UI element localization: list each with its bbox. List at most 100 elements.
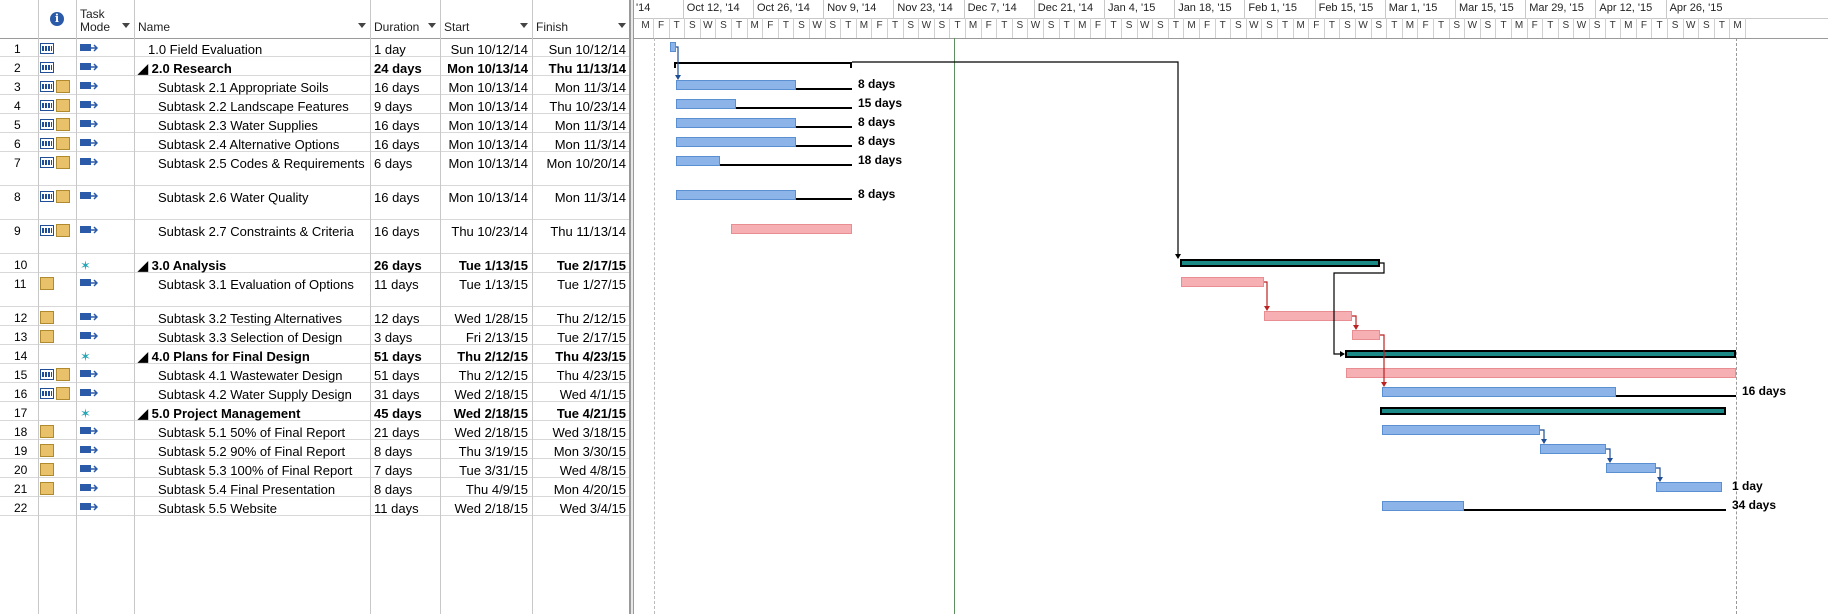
- start-date-cell[interactable]: Wed 2/18/15: [440, 421, 532, 440]
- info-column-header[interactable]: i: [38, 0, 76, 38]
- indicators-cell[interactable]: [38, 307, 76, 325]
- row-id[interactable]: 3: [0, 76, 38, 94]
- row-id[interactable]: 11: [0, 273, 38, 306]
- finish-date-cell[interactable]: Thu 11/13/14: [532, 57, 630, 76]
- indicators-cell[interactable]: [38, 186, 76, 219]
- calendar-icon[interactable]: [40, 62, 54, 73]
- row-id[interactable]: 14: [0, 345, 38, 363]
- note-icon[interactable]: [40, 330, 54, 343]
- table-row[interactable]: 5 Subtask 2.3 Water Supplies 16 days Mon 10…: [0, 114, 630, 133]
- duration-cell[interactable]: 16 days: [370, 133, 440, 152]
- task-name-cell[interactable]: ◢ 5.0 Project Management: [134, 402, 370, 421]
- indicators-cell[interactable]: [38, 478, 76, 496]
- start-date-cell[interactable]: Wed 2/18/15: [440, 402, 532, 421]
- duration-cell[interactable]: 16 days: [370, 114, 440, 133]
- task-mode-cell[interactable]: [76, 76, 134, 94]
- task-mode-cell[interactable]: ✶: [76, 254, 134, 273]
- task-mode-cell[interactable]: [76, 220, 134, 253]
- row-id[interactable]: 5: [0, 114, 38, 132]
- chevron-down-icon[interactable]: [520, 23, 528, 28]
- row-id[interactable]: 7: [0, 152, 38, 185]
- chevron-down-icon[interactable]: [618, 23, 626, 28]
- finish-date-cell[interactable]: Thu 11/13/14: [532, 220, 630, 253]
- finish-date-cell[interactable]: Mon 11/3/14: [532, 76, 630, 95]
- task-mode-cell[interactable]: [76, 326, 134, 344]
- indicators-cell[interactable]: [38, 95, 76, 113]
- start-date-cell[interactable]: Wed 2/18/15: [440, 497, 532, 516]
- duration-cell[interactable]: 31 days: [370, 383, 440, 402]
- indicators-cell[interactable]: [38, 57, 76, 75]
- note-icon[interactable]: [40, 482, 54, 495]
- indicators-cell[interactable]: [38, 38, 76, 56]
- duration-cell[interactable]: 16 days: [370, 186, 440, 219]
- note-icon[interactable]: [56, 387, 70, 400]
- calendar-icon[interactable]: [40, 191, 54, 202]
- task-name-cell[interactable]: Subtask 5.2 90% of Final Report: [134, 440, 370, 459]
- duration-cell[interactable]: 8 days: [370, 440, 440, 459]
- task-name-cell[interactable]: Subtask 4.2 Water Supply Design: [134, 383, 370, 402]
- start-date-cell[interactable]: Thu 4/9/15: [440, 478, 532, 497]
- duration-cell[interactable]: 9 days: [370, 95, 440, 114]
- summary-task-row[interactable]: 10 ✶ ◢ 3.0 Analysis 26 days Tue 1/13/15 Tue 2…: [0, 254, 630, 273]
- note-icon[interactable]: [56, 190, 70, 203]
- indicators-cell[interactable]: [38, 459, 76, 477]
- task-mode-cell[interactable]: [76, 459, 134, 477]
- start-date-cell[interactable]: Mon 10/13/14: [440, 152, 532, 185]
- row-id[interactable]: 15: [0, 364, 38, 382]
- duration-cell[interactable]: 21 days: [370, 421, 440, 440]
- finish-date-cell[interactable]: Wed 3/18/15: [532, 421, 630, 440]
- duration-cell[interactable]: 51 days: [370, 345, 440, 364]
- row-id[interactable]: 16: [0, 383, 38, 401]
- calendar-icon[interactable]: [40, 119, 54, 130]
- indicators-cell[interactable]: [38, 402, 76, 420]
- start-date-cell[interactable]: Thu 2/12/15: [440, 364, 532, 383]
- task-name-cell[interactable]: ◢ 3.0 Analysis: [134, 254, 370, 273]
- note-icon[interactable]: [56, 99, 70, 112]
- column-divider[interactable]: [370, 0, 371, 614]
- start-date-cell[interactable]: Mon 10/13/14: [440, 133, 532, 152]
- indicators-cell[interactable]: [38, 440, 76, 458]
- row-id[interactable]: 19: [0, 440, 38, 458]
- summary-task-row[interactable]: 14 ✶ ◢ 4.0 Plans for Final Design 51 days Th…: [0, 345, 630, 364]
- indicators-cell[interactable]: [38, 383, 76, 401]
- task-mode-cell[interactable]: [76, 95, 134, 113]
- indicators-cell[interactable]: [38, 133, 76, 151]
- table-row[interactable]: 20 Subtask 5.3 100% of Final Report 7 days…: [0, 459, 630, 478]
- start-header[interactable]: Start: [440, 0, 532, 38]
- task-name-cell[interactable]: ◢ 4.0 Plans for Final Design: [134, 345, 370, 364]
- start-date-cell[interactable]: Wed 1/28/15: [440, 307, 532, 326]
- name-header[interactable]: Name: [134, 0, 370, 38]
- summary-task-row[interactable]: 2 ◢ 2.0 Research 24 days Mon 10/13/14 Thu 11…: [0, 57, 630, 76]
- column-divider[interactable]: [134, 0, 135, 614]
- row-id[interactable]: 6: [0, 133, 38, 151]
- task-name-cell[interactable]: Subtask 2.4 Alternative Options: [134, 133, 370, 152]
- task-mode-cell[interactable]: ✶: [76, 402, 134, 421]
- note-icon[interactable]: [56, 156, 70, 169]
- chevron-down-icon[interactable]: [428, 23, 436, 28]
- table-row[interactable]: 22 Subtask 5.5 Website 11 days Wed 2/18/15 W…: [0, 497, 630, 516]
- calendar-icon[interactable]: [40, 138, 54, 149]
- start-date-cell[interactable]: Mon 10/13/14: [440, 95, 532, 114]
- duration-cell[interactable]: 24 days: [370, 57, 440, 76]
- duration-cell[interactable]: 8 days: [370, 478, 440, 497]
- task-mode-cell[interactable]: [76, 38, 134, 56]
- column-divider[interactable]: [440, 0, 441, 614]
- finish-date-cell[interactable]: Thu 10/23/14: [532, 95, 630, 114]
- indicators-cell[interactable]: [38, 152, 76, 185]
- finish-date-cell[interactable]: Tue 2/17/15: [532, 326, 630, 345]
- start-date-cell[interactable]: Mon 10/13/14: [440, 76, 532, 95]
- task-mode-cell[interactable]: [76, 307, 134, 325]
- note-icon[interactable]: [56, 137, 70, 150]
- task-name-cell[interactable]: Subtask 2.7 Constraints & Criteria: [134, 220, 370, 253]
- finish-date-cell[interactable]: Thu 4/23/15: [532, 345, 630, 364]
- table-row[interactable]: 8 Subtask 2.6 Water Quality 16 days Mon 10/…: [0, 186, 630, 220]
- task-name-cell[interactable]: Subtask 2.2 Landscape Features: [134, 95, 370, 114]
- row-id[interactable]: 21: [0, 478, 38, 496]
- start-date-cell[interactable]: Thu 2/12/15: [440, 345, 532, 364]
- duration-cell[interactable]: 6 days: [370, 152, 440, 185]
- table-row[interactable]: 19 Subtask 5.2 90% of Final Report 8 days T…: [0, 440, 630, 459]
- calendar-icon[interactable]: [40, 81, 54, 92]
- start-date-cell[interactable]: Thu 10/23/14: [440, 220, 532, 253]
- indicators-cell[interactable]: [38, 273, 76, 306]
- calendar-icon[interactable]: [40, 100, 54, 111]
